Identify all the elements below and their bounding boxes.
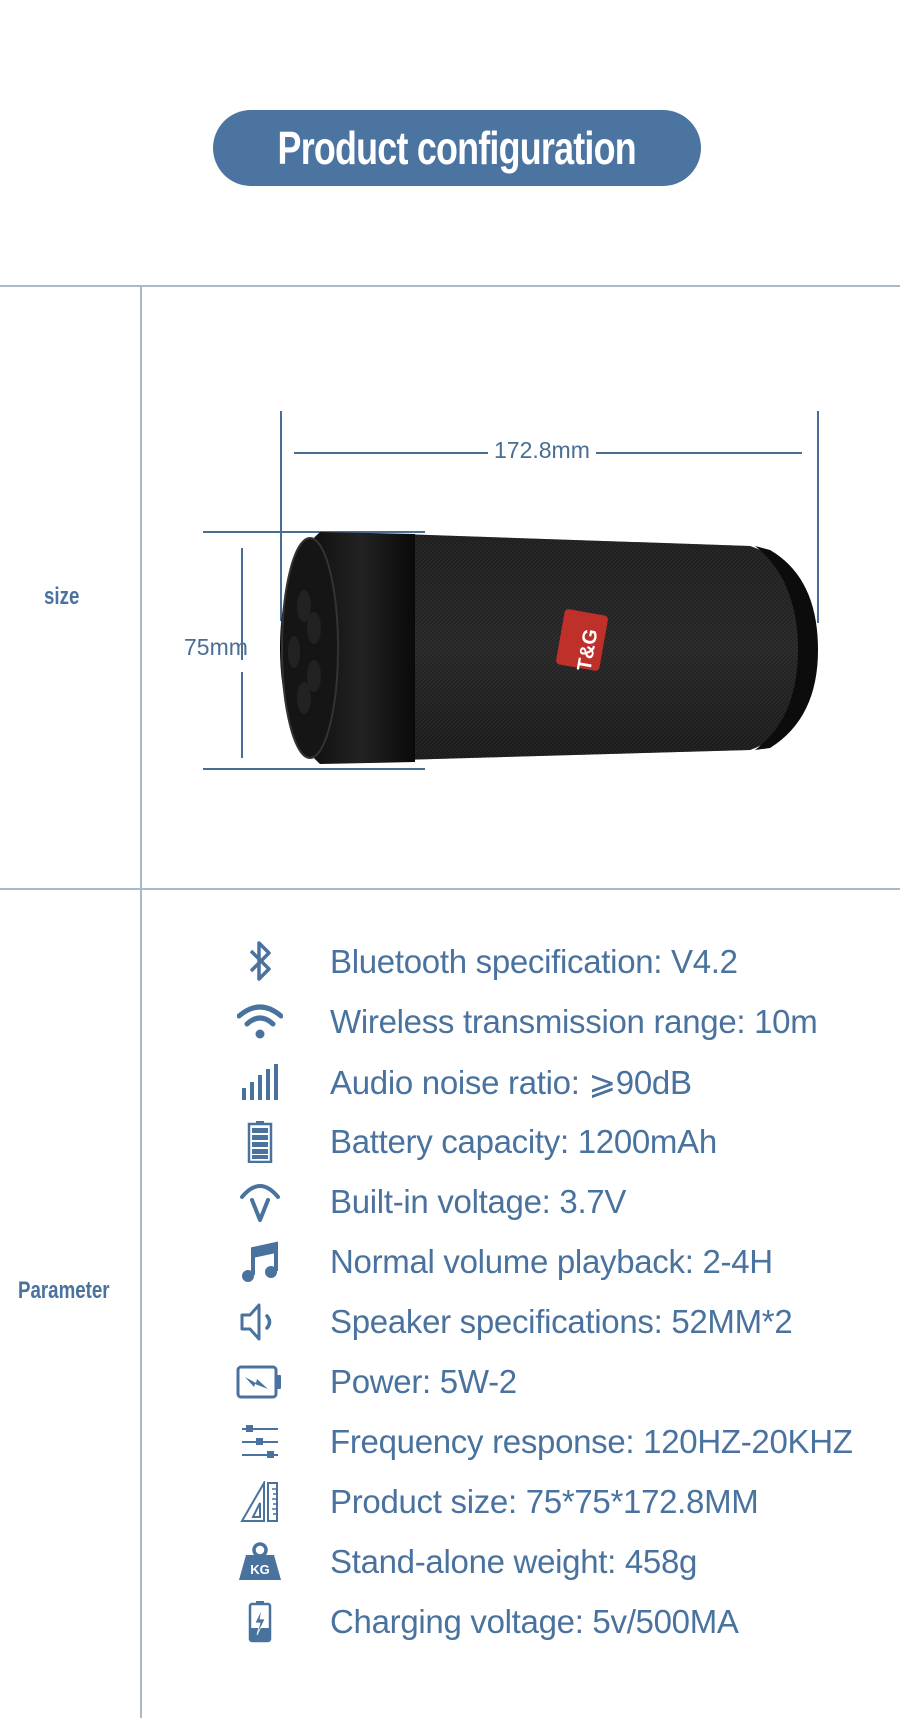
list-item: Audio noise ratio: ⩾90dB <box>230 1052 853 1112</box>
parameter-text: Charging voltage: 5v/500MA <box>330 1603 739 1640</box>
list-item: Built-in voltage: 3.7V <box>230 1172 853 1232</box>
signal-bars-icon <box>230 1059 290 1105</box>
music-note-icon <box>230 1239 290 1285</box>
equalizer-icon <box>230 1419 290 1465</box>
wifi-icon <box>230 999 290 1045</box>
size-section-label: size <box>44 583 80 610</box>
height-dimension-line-bottom <box>241 672 243 758</box>
parameter-text: Speaker specifications: 52MM*2 <box>330 1303 793 1340</box>
speaker-illustration <box>280 532 818 764</box>
list-item: Normal volume playback: 2-4H <box>230 1232 853 1292</box>
power-battery-icon <box>230 1359 290 1405</box>
parameter-text: Frequency response: 120HZ-20KHZ <box>330 1423 853 1460</box>
ruler-triangle-icon <box>230 1479 290 1525</box>
length-label: 172.8mm <box>488 437 596 464</box>
battery-full-icon <box>230 1119 290 1165</box>
list-item: Battery capacity: 1200mAh <box>230 1112 853 1172</box>
weight-kg-icon: KG <box>230 1539 290 1585</box>
list-item: Power: 5W-2 <box>230 1352 853 1412</box>
parameter-text: Product size: 75*75*172.8MM <box>330 1483 759 1520</box>
height-label: 75mm <box>184 634 248 660</box>
speaker-image: T&G <box>280 528 818 768</box>
table-column-divider <box>140 286 142 1718</box>
parameter-text: Stand-alone weight: 458g <box>330 1543 698 1580</box>
parameter-list: Bluetooth specification: V4.2 Wireless t… <box>230 932 853 1652</box>
speaker-icon <box>230 1299 290 1345</box>
list-item: Wireless transmission range: 10m <box>230 992 853 1052</box>
parameter-text: Battery capacity: 1200mAh <box>330 1123 717 1160</box>
list-item: Charging voltage: 5v/500MA <box>230 1592 853 1652</box>
height-extension-bottom <box>203 768 425 770</box>
parameter-section-label: Parameter <box>18 1277 110 1304</box>
svg-text:KG: KG <box>250 1562 270 1577</box>
list-item: Frequency response: 120HZ-20KHZ <box>230 1412 853 1472</box>
table-row-divider <box>0 888 900 890</box>
parameter-text: Normal volume playback: 2-4H <box>330 1243 773 1280</box>
parameter-text: Built-in voltage: 3.7V <box>330 1183 627 1220</box>
parameter-text: Wireless transmission range: 10m <box>330 1003 818 1040</box>
parameter-text: Bluetooth specification: V4.2 <box>330 943 738 980</box>
list-item: Speaker specifications: 52MM*2 <box>230 1292 853 1352</box>
voltage-icon <box>230 1179 290 1225</box>
list-item: Product size: 75*75*172.8MM <box>230 1472 853 1532</box>
charging-battery-icon <box>230 1599 290 1645</box>
list-item: Bluetooth specification: V4.2 <box>230 932 853 992</box>
table-top-border <box>0 285 900 287</box>
parameter-text: Audio noise ratio: ⩾90dB <box>330 1063 692 1101</box>
page-title: Product configuration <box>277 122 637 174</box>
list-item: KG Stand-alone weight: 458g <box>230 1532 853 1592</box>
bluetooth-icon <box>230 939 290 985</box>
parameter-text: Power: 5W-2 <box>330 1363 517 1400</box>
section-title-banner: Product configuration <box>213 110 701 186</box>
